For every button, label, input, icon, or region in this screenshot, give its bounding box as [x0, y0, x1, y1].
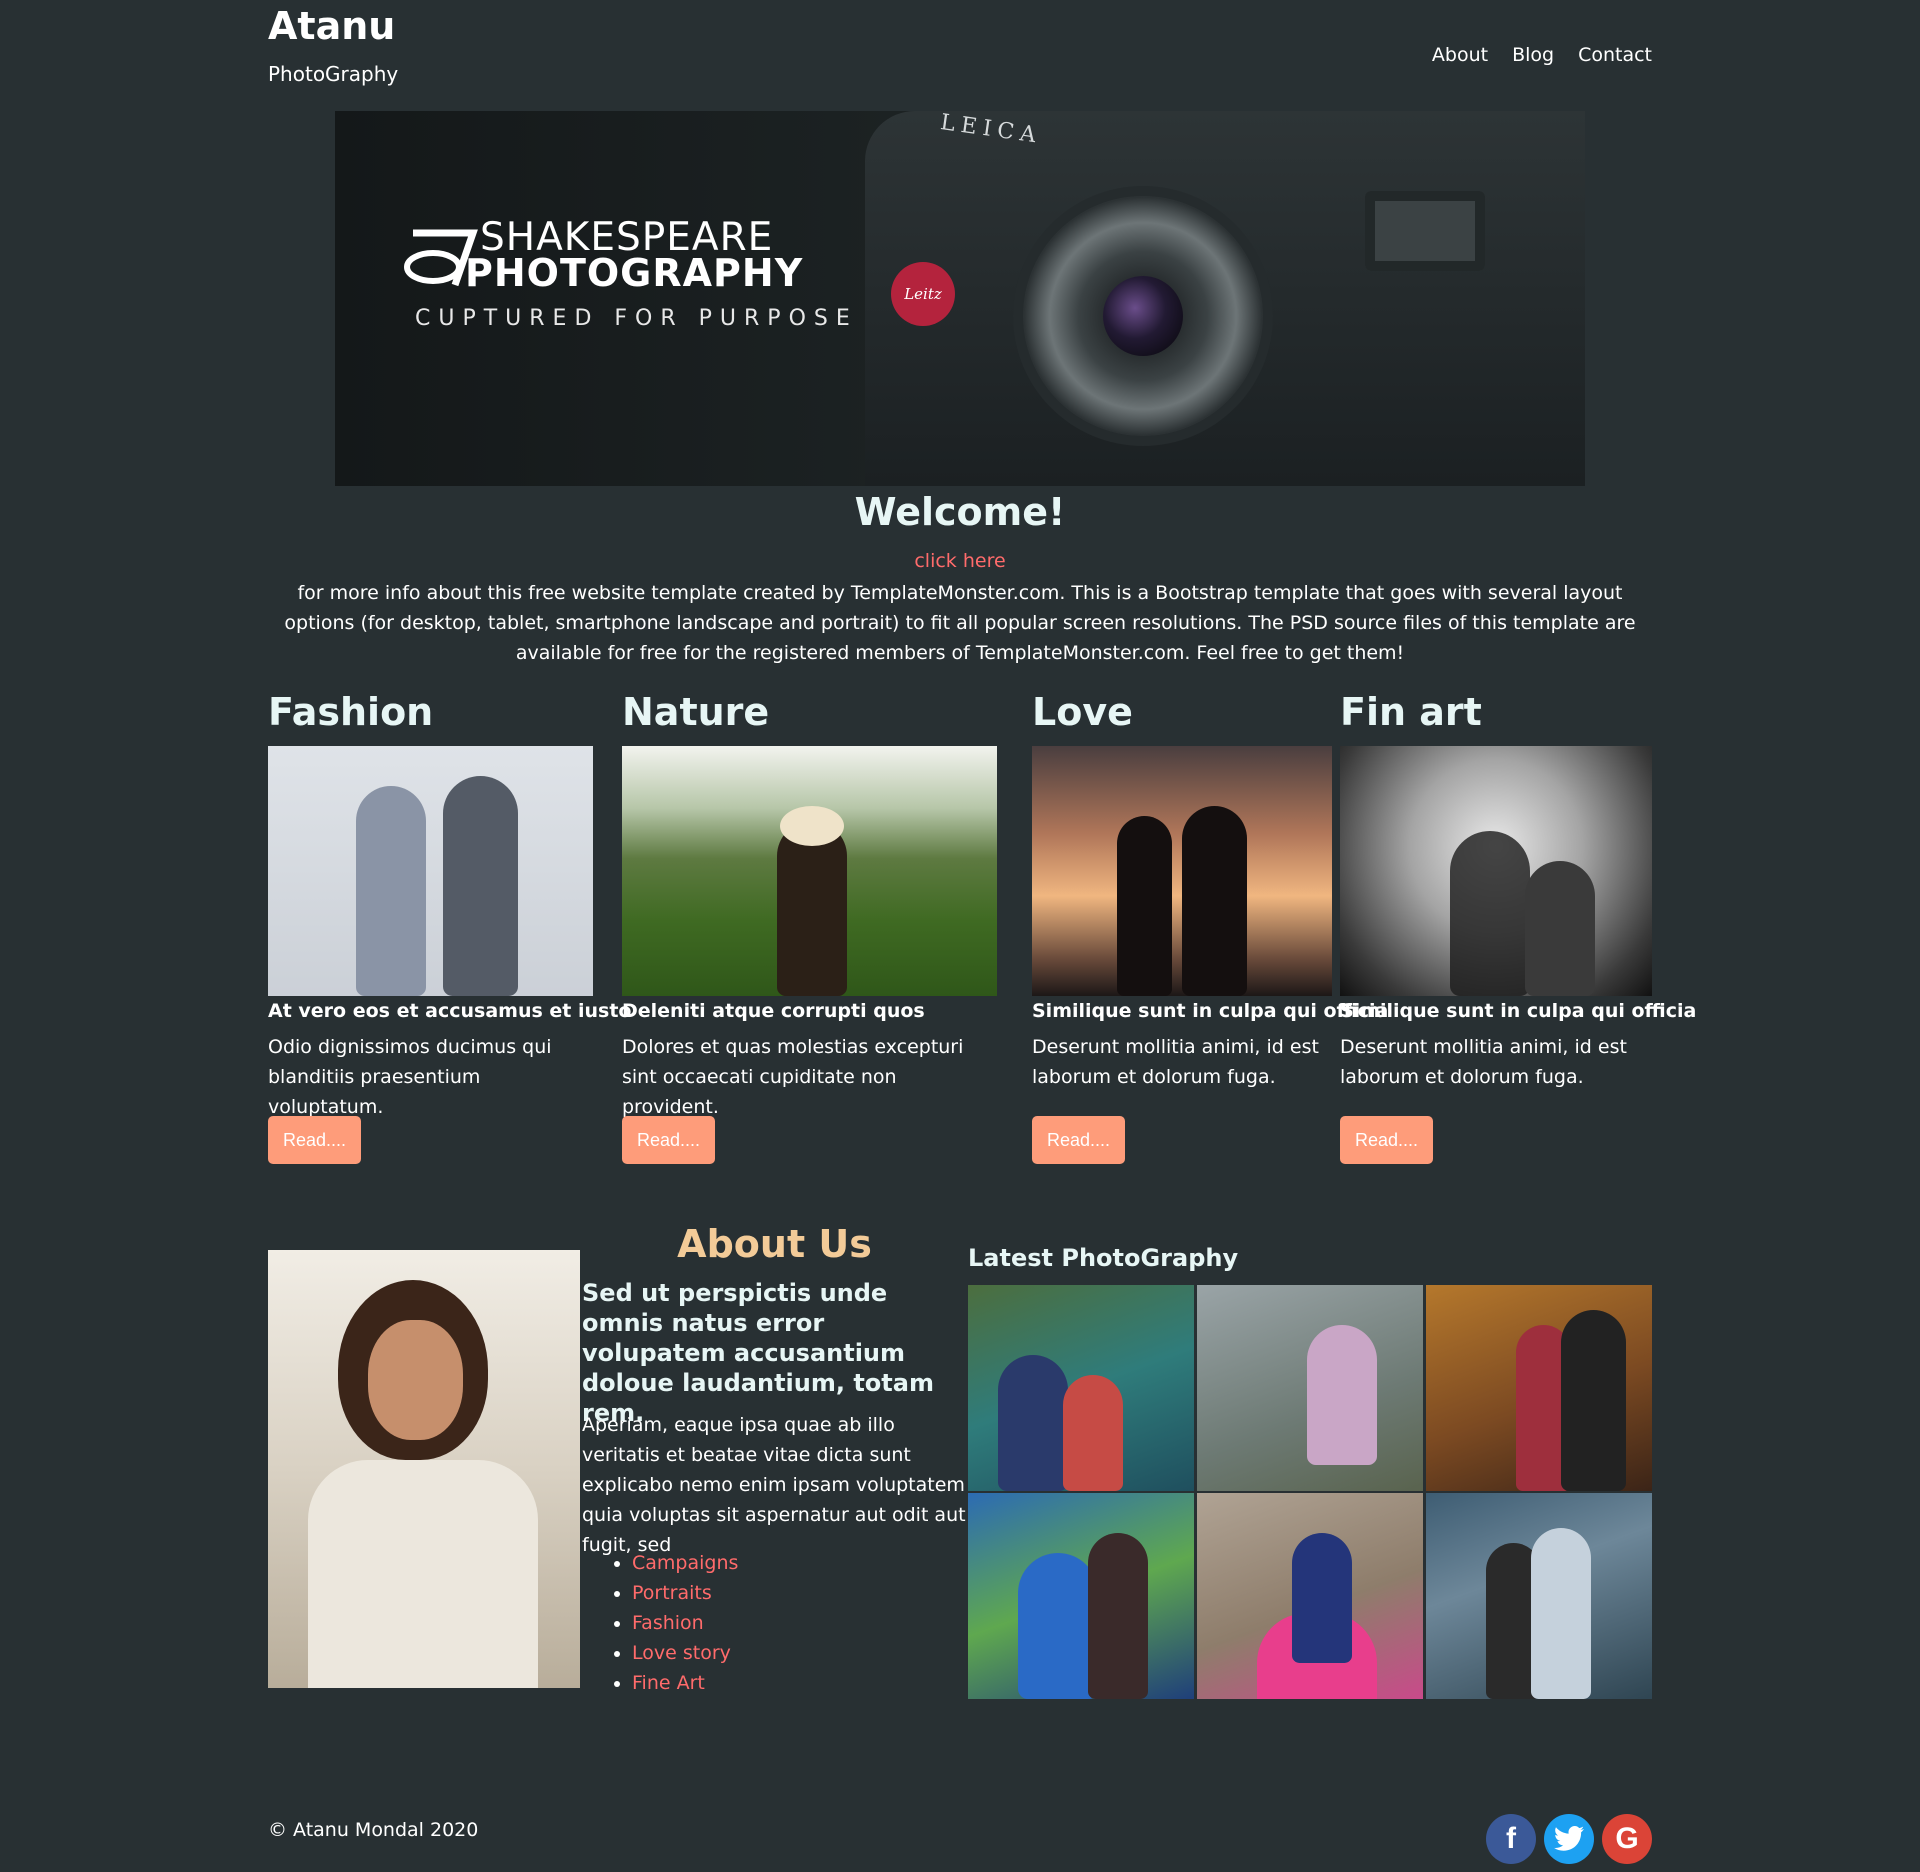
- gallery-photo-5[interactable]: [1197, 1493, 1423, 1699]
- gallery-photo-1[interactable]: [968, 1285, 1194, 1491]
- dress-shape: [308, 1460, 538, 1688]
- nature-photo: [622, 746, 997, 996]
- category-text: Deserunt mollitia animi, id est laborum …: [1340, 1036, 1627, 1088]
- category-title: Fashion: [268, 690, 434, 734]
- brand-title[interactable]: Atanu: [268, 4, 395, 48]
- model-figure-left: [356, 786, 426, 996]
- service-link-portraits[interactable]: Portraits: [632, 1582, 712, 1604]
- camera-lens-glass: [1103, 276, 1183, 356]
- brand-subtitle: PhotoGraphy: [268, 62, 399, 86]
- page: Atanu PhotoGraphy About Blog Contact LEI…: [0, 0, 1920, 1872]
- nav-about-link[interactable]: About: [1432, 44, 1488, 66]
- category-heading: Similique sunt in culpa qui officia: [1340, 1000, 1697, 1022]
- couple-figure: [1063, 1375, 1123, 1491]
- list-item: Fine Art: [632, 1668, 738, 1698]
- leitz-logo: Leitz: [891, 262, 955, 326]
- nav-contact-link[interactable]: Contact: [1578, 44, 1652, 66]
- list-item: Fashion: [632, 1608, 738, 1638]
- category-fashion: Fashion At vero eos et accusamus et iust…: [268, 690, 632, 1164]
- category-title: Fin art: [1340, 690, 1482, 734]
- category-text: Odio dignissimos ducimus qui blanditiis …: [268, 1036, 552, 1118]
- gallery-photo-2[interactable]: [1197, 1285, 1423, 1491]
- read-more-button[interactable]: Read....: [622, 1116, 715, 1164]
- service-link-fashion[interactable]: Fashion: [632, 1612, 704, 1634]
- list-item: Portraits: [632, 1578, 738, 1608]
- facebook-icon[interactable]: f: [1486, 1814, 1536, 1864]
- shadow-figure: [1450, 831, 1530, 996]
- couple-figure: [998, 1355, 1068, 1491]
- silhouette-left: [1117, 816, 1172, 996]
- services-list: Campaigns Portraits Fashion Love story F…: [612, 1548, 738, 1698]
- woman-figure: [1307, 1325, 1377, 1465]
- camera-viewfinder: [1365, 191, 1485, 271]
- service-link-love-story[interactable]: Love story: [632, 1642, 731, 1664]
- model-figure-right: [443, 776, 518, 996]
- silhouette-right: [1182, 806, 1247, 996]
- couple-figure: [1018, 1553, 1098, 1699]
- category-nature: Nature Deleniti atque corrupti quos Dolo…: [622, 690, 997, 1164]
- category-fine-art: Fin art Similique sunt in culpa qui offi…: [1340, 690, 1697, 1164]
- category-heading: Similique sunt in culpa qui officia: [1032, 1000, 1389, 1022]
- couple-figure: [1292, 1533, 1352, 1663]
- fashion-photo: [268, 746, 593, 996]
- about-text: Aperiam, eaque ipsa quae ab illo veritat…: [582, 1414, 966, 1556]
- welcome-text: for more info about this free website te…: [284, 582, 1636, 664]
- category-heading: Deleniti atque corrupti quos: [622, 1000, 925, 1022]
- latest-title: Latest PhotoGraphy: [968, 1244, 1239, 1272]
- about-photo: [268, 1250, 580, 1688]
- welcome-title: Welcome!: [854, 490, 1066, 534]
- service-link-campaigns[interactable]: Campaigns: [632, 1552, 738, 1574]
- twitter-bird-icon: [1554, 1826, 1584, 1851]
- click-here-link[interactable]: click here: [0, 550, 1920, 572]
- main-nav: About Blog Contact: [1432, 44, 1652, 66]
- list-item: Campaigns: [632, 1548, 738, 1578]
- category-heading: At vero eos et accusamus et iusto: [268, 1000, 632, 1022]
- about-lead: Sed ut perspictis unde omnis natus error…: [582, 1279, 934, 1427]
- category-text: Deserunt mollitia animi, id est laborum …: [1032, 1036, 1319, 1088]
- gallery-photo-3[interactable]: [1426, 1285, 1652, 1491]
- about-title: About Us: [677, 1222, 872, 1266]
- social-links: f G: [1486, 1814, 1652, 1864]
- list-item: Love story: [632, 1638, 738, 1668]
- person-figure: [1525, 861, 1595, 996]
- copyright-text: © Atanu Mondal 2020: [268, 1819, 479, 1841]
- read-more-button[interactable]: Read....: [1032, 1116, 1125, 1164]
- nav-blog-link[interactable]: Blog: [1512, 44, 1554, 66]
- couple-figure: [1561, 1310, 1626, 1491]
- service-link-fine-art[interactable]: Fine Art: [632, 1672, 705, 1694]
- hiker-figure: [777, 821, 847, 996]
- read-more-button[interactable]: Read....: [1340, 1116, 1433, 1164]
- couple-figure: [1531, 1528, 1591, 1699]
- photo-gallery: [968, 1285, 1652, 1699]
- hero-banner: LEICA Leitz SHAKESPEARE PHOTOGRAPHY CUPT…: [335, 111, 1585, 486]
- category-title: Nature: [622, 690, 770, 734]
- hat-shape: [780, 806, 844, 846]
- category-title: Love: [1032, 690, 1133, 734]
- face-shape: [368, 1320, 463, 1440]
- fine-art-photo: [1340, 746, 1652, 996]
- hero-logo-line2: PHOTOGRAPHY: [465, 251, 804, 295]
- gallery-photo-4[interactable]: [968, 1493, 1194, 1699]
- hero-tagline: CUPTURED FOR PURPOSE: [415, 306, 858, 331]
- category-love: Love Similique sunt in culpa qui officia…: [1032, 690, 1389, 1164]
- twitter-icon[interactable]: [1544, 1814, 1594, 1864]
- couple-figure: [1088, 1533, 1148, 1699]
- google-icon[interactable]: G: [1602, 1814, 1652, 1864]
- read-more-button[interactable]: Read....: [268, 1116, 361, 1164]
- category-text: Dolores et quas molestias excepturi sint…: [622, 1036, 964, 1118]
- love-photo: [1032, 746, 1332, 996]
- gallery-photo-6[interactable]: [1426, 1493, 1652, 1699]
